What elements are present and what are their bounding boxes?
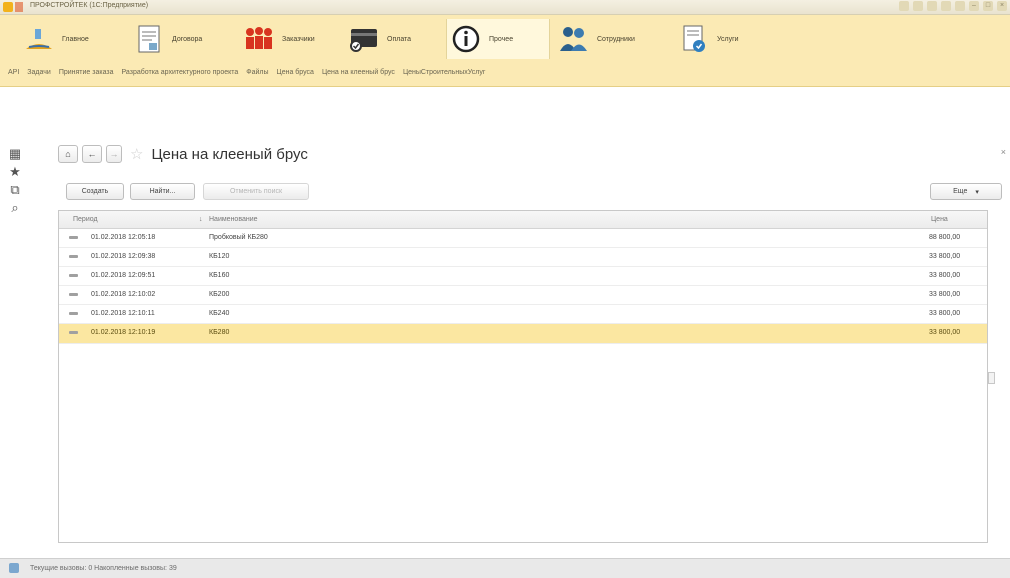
main-menu-icon[interactable] xyxy=(15,2,23,12)
table-row[interactable]: 01.02.2018 12:09:38 КБ120 33 800,00 xyxy=(59,248,987,267)
home-button[interactable]: ⌂ xyxy=(58,145,78,163)
record-icon xyxy=(69,331,78,334)
more-button[interactable]: Еще ▾ xyxy=(930,183,1002,200)
customers-group-icon xyxy=(240,22,278,56)
subsection-nav: API Задачи Принятие заказа Разработка ар… xyxy=(0,63,1010,81)
home-section-icon xyxy=(20,22,58,56)
back-button[interactable]: ← xyxy=(82,145,102,163)
subnav-item-glued-beam-price[interactable]: Цена на клееный брус xyxy=(322,69,395,76)
column-header-name[interactable]: Наименование xyxy=(209,216,258,223)
section-customers[interactable]: Заказчики xyxy=(240,19,315,59)
section-services[interactable]: Услуги xyxy=(675,19,739,59)
app-logo-icon xyxy=(3,2,13,12)
subnav-item-api[interactable]: API xyxy=(8,69,19,76)
arrow-left-icon: ← xyxy=(87,149,97,159)
subnav-item-tasks[interactable]: Задачи xyxy=(27,69,51,76)
section-employees[interactable]: Сотрудники xyxy=(555,19,635,59)
history-clock-icon[interactable]: ⧉ xyxy=(6,182,24,198)
section-payment[interactable]: Оплата xyxy=(345,19,411,59)
close-icon[interactable]: × xyxy=(997,1,1007,11)
create-button[interactable]: Создать xyxy=(66,183,124,200)
home-icon: ⌂ xyxy=(65,149,71,159)
status-bar: Текущие вызовы: 0 Накопленные вызовы: 39 xyxy=(0,558,1010,578)
record-icon xyxy=(69,312,78,315)
all-functions-icon[interactable]: ▦ xyxy=(6,146,24,162)
window-tools: – □ × xyxy=(899,1,1010,13)
record-icon xyxy=(69,274,78,277)
section-other[interactable]: Прочее xyxy=(446,19,550,59)
record-icon xyxy=(69,293,78,296)
employees-icon xyxy=(555,22,593,56)
column-header-period[interactable]: Период xyxy=(73,216,98,223)
status-icon[interactable] xyxy=(9,563,19,573)
favorites-star-icon[interactable]: ★ xyxy=(6,164,24,180)
subnav-item-files[interactable]: Файлы xyxy=(246,69,268,76)
find-button[interactable]: Найти... xyxy=(130,183,195,200)
left-sidebar: ▦ ★ ⧉ ⌕ xyxy=(0,88,46,558)
window-titlebar: ПРОФСТРОЙТЕК (1С:Предприятие) – □ × xyxy=(0,0,1010,15)
subnav-item-arch-project[interactable]: Разработка архитектурного проекта xyxy=(122,69,239,76)
messages-icon[interactable] xyxy=(899,1,909,11)
cancel-search-button[interactable]: Отменить поиск xyxy=(203,183,309,200)
services-icon xyxy=(675,22,713,56)
price-list-table[interactable]: Период ↓ Наименование Цена 01.02.2018 12… xyxy=(58,210,988,543)
info-icon[interactable] xyxy=(955,1,965,11)
record-icon xyxy=(69,236,78,239)
minimize-icon[interactable]: – xyxy=(969,1,979,11)
table-header: Период ↓ Наименование Цена xyxy=(59,211,987,229)
calc-icon[interactable] xyxy=(941,1,951,11)
table-row[interactable]: 01.02.2018 12:09:51 КБ160 33 800,00 xyxy=(59,267,987,286)
page-header: ⌂ ← → ☆ Цена на клееный брус xyxy=(58,145,308,163)
subnav-item-beam-price[interactable]: Цена бруса xyxy=(277,69,314,76)
maximize-icon[interactable]: □ xyxy=(983,1,993,11)
table-row[interactable]: 01.02.2018 12:10:02 КБ200 33 800,00 xyxy=(59,286,987,305)
table-row-selected[interactable]: 01.02.2018 12:10:19 КБ280 33 800,00 xyxy=(59,324,987,344)
column-header-price[interactable]: Цена xyxy=(931,216,948,223)
sections-panel: Главное Договора Заказчики Оплата Прочее… xyxy=(0,15,1010,87)
favorites-icon[interactable] xyxy=(927,1,937,11)
table-scrollbar[interactable] xyxy=(988,372,995,384)
favorite-star-icon[interactable]: ☆ xyxy=(130,145,143,163)
subnav-item-order-accept[interactable]: Принятие заказа xyxy=(59,69,114,76)
chevron-down-icon: ▾ xyxy=(975,188,979,196)
close-form-icon[interactable]: × xyxy=(1001,147,1006,157)
sort-desc-icon: ↓ xyxy=(199,216,203,223)
search-icon[interactable]: ⌕ xyxy=(6,200,24,216)
arrow-right-icon: → xyxy=(109,149,119,159)
table-row[interactable]: 01.02.2018 12:05:18 Пробковый КБ280 88 8… xyxy=(59,229,987,248)
subnav-item-construction-prices[interactable]: ЦеныСтроительныхУслуг xyxy=(403,69,485,76)
record-icon xyxy=(69,255,78,258)
section-main[interactable]: Главное xyxy=(20,19,89,59)
forward-button[interactable]: → xyxy=(106,145,122,163)
contract-doc-icon xyxy=(130,22,168,56)
window-title: ПРОФСТРОЙТЕК (1С:Предприятие) xyxy=(30,2,149,9)
section-contracts[interactable]: Договора xyxy=(130,19,202,59)
info-circle-icon xyxy=(447,22,485,56)
page-title: Цена на клееный брус xyxy=(151,145,308,163)
table-row[interactable]: 01.02.2018 12:10:11 КБ240 33 800,00 xyxy=(59,305,987,324)
status-text: Текущие вызовы: 0 Накопленные вызовы: 39 xyxy=(30,565,177,572)
payment-card-icon xyxy=(345,22,383,56)
history-icon[interactable] xyxy=(913,1,923,11)
